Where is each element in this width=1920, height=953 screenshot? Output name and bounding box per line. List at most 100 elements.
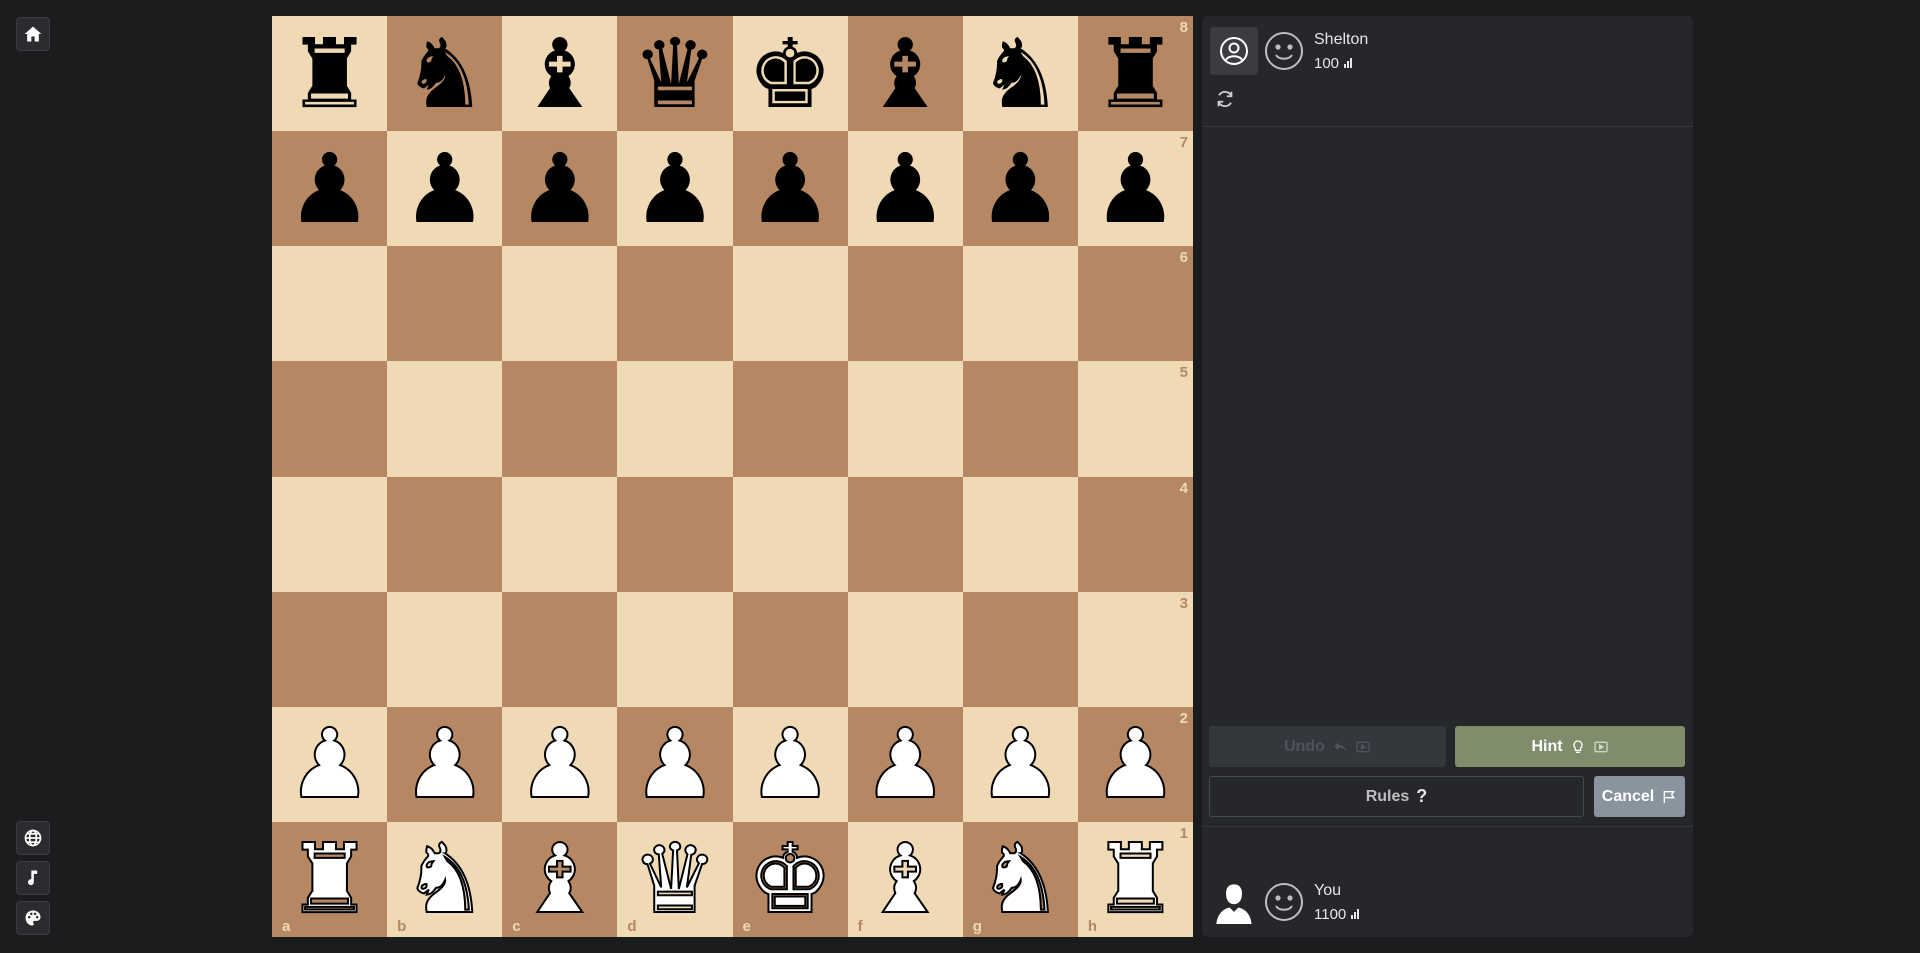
piece-g7[interactable]: ♟: [977, 141, 1063, 237]
square-e3[interactable]: [732, 591, 848, 707]
piece-h1[interactable]: ♜: [1091, 830, 1179, 928]
chess-board[interactable]: ♜ ♞ ♝ ♛ ♚ ♝ ♞ ♜ 8 ♟ ♟ ♟ ♟ ♟ ♟ ♟ ♟ 7 6 5 4 3 ♟ ♟ ♟ ♟ ♟ ♟ ♟ ♟ 2 ♜ a ♞ b ♝ c ♛ d ♚…: [272, 16, 1193, 937]
square-e7[interactable]: ♟: [732, 131, 848, 247]
square-h4[interactable]: 4: [1077, 476, 1193, 592]
square-b5[interactable]: [387, 361, 503, 477]
square-e6[interactable]: [732, 246, 848, 362]
piece-e8[interactable]: ♚: [747, 26, 833, 122]
piece-b7[interactable]: ♟: [402, 141, 488, 237]
square-a5[interactable]: [272, 361, 388, 477]
square-b4[interactable]: [387, 476, 503, 592]
square-a8[interactable]: ♜: [272, 16, 388, 132]
piece-a7[interactable]: ♟: [287, 141, 373, 237]
piece-a8[interactable]: ♜: [287, 26, 373, 122]
piece-d2[interactable]: ♟: [631, 715, 719, 813]
piece-e2[interactable]: ♟: [746, 715, 834, 813]
piece-g2[interactable]: ♟: [976, 715, 1064, 813]
piece-c2[interactable]: ♟: [516, 715, 604, 813]
opponent-emoji-button[interactable]: [1264, 31, 1304, 71]
square-a7[interactable]: ♟: [272, 131, 388, 247]
square-e2[interactable]: ♟: [732, 706, 848, 822]
refresh-icon[interactable]: [1214, 88, 1236, 110]
square-f5[interactable]: [847, 361, 963, 477]
piece-a1[interactable]: ♜: [286, 830, 374, 928]
square-g5[interactable]: [962, 361, 1078, 477]
square-f1[interactable]: ♝ f: [847, 821, 963, 937]
square-c1[interactable]: ♝ c: [502, 821, 618, 937]
piece-d8[interactable]: ♛: [632, 26, 718, 122]
square-h3[interactable]: 3: [1077, 591, 1193, 707]
opponent-avatar[interactable]: [1210, 27, 1258, 75]
piece-b1[interactable]: ♞: [401, 830, 489, 928]
square-f3[interactable]: [847, 591, 963, 707]
piece-g8[interactable]: ♞: [977, 26, 1063, 122]
piece-c1[interactable]: ♝: [516, 830, 604, 928]
piece-b8[interactable]: ♞: [402, 26, 488, 122]
theme-button[interactable]: [16, 901, 50, 935]
player-avatar[interactable]: [1210, 878, 1258, 926]
square-h1[interactable]: ♜ 1 h: [1077, 821, 1193, 937]
square-c5[interactable]: [502, 361, 618, 477]
square-g3[interactable]: [962, 591, 1078, 707]
square-c7[interactable]: ♟: [502, 131, 618, 247]
rules-button[interactable]: Rules ?: [1209, 776, 1584, 817]
square-h2[interactable]: ♟ 2: [1077, 706, 1193, 822]
square-b6[interactable]: [387, 246, 503, 362]
square-d8[interactable]: ♛: [617, 16, 733, 132]
undo-button[interactable]: Undo: [1209, 726, 1446, 767]
piece-f1[interactable]: ♝: [861, 830, 949, 928]
player-emoji-button[interactable]: [1264, 882, 1304, 922]
square-h7[interactable]: ♟ 7: [1077, 131, 1193, 247]
square-f6[interactable]: [847, 246, 963, 362]
square-e5[interactable]: [732, 361, 848, 477]
piece-g1[interactable]: ♞: [976, 830, 1064, 928]
square-d3[interactable]: [617, 591, 733, 707]
music-button[interactable]: [16, 861, 50, 895]
piece-h2[interactable]: ♟: [1091, 715, 1179, 813]
piece-f7[interactable]: ♟: [862, 141, 948, 237]
square-c2[interactable]: ♟: [502, 706, 618, 822]
square-g7[interactable]: ♟: [962, 131, 1078, 247]
piece-f8[interactable]: ♝: [862, 26, 948, 122]
square-b8[interactable]: ♞: [387, 16, 503, 132]
square-c8[interactable]: ♝: [502, 16, 618, 132]
square-g6[interactable]: [962, 246, 1078, 362]
piece-f2[interactable]: ♟: [861, 715, 949, 813]
square-b2[interactable]: ♟: [387, 706, 503, 822]
piece-a2[interactable]: ♟: [286, 715, 374, 813]
piece-e7[interactable]: ♟: [747, 141, 833, 237]
square-c6[interactable]: [502, 246, 618, 362]
square-a2[interactable]: ♟: [272, 706, 388, 822]
square-f4[interactable]: [847, 476, 963, 592]
square-a4[interactable]: [272, 476, 388, 592]
square-h8[interactable]: ♜ 8: [1077, 16, 1193, 132]
square-f8[interactable]: ♝: [847, 16, 963, 132]
hint-button[interactable]: Hint: [1455, 726, 1685, 767]
square-b1[interactable]: ♞ b: [387, 821, 503, 937]
square-b3[interactable]: [387, 591, 503, 707]
square-c3[interactable]: [502, 591, 618, 707]
square-d7[interactable]: ♟: [617, 131, 733, 247]
piece-b2[interactable]: ♟: [401, 715, 489, 813]
square-h5[interactable]: 5: [1077, 361, 1193, 477]
square-e1[interactable]: ♚ e: [732, 821, 848, 937]
home-button[interactable]: [16, 17, 50, 51]
piece-h8[interactable]: ♜: [1092, 26, 1178, 122]
square-d2[interactable]: ♟: [617, 706, 733, 822]
square-d4[interactable]: [617, 476, 733, 592]
square-g1[interactable]: ♞ g: [962, 821, 1078, 937]
piece-e1[interactable]: ♚: [746, 830, 834, 928]
piece-d1[interactable]: ♛: [631, 830, 719, 928]
piece-d7[interactable]: ♟: [632, 141, 718, 237]
square-f7[interactable]: ♟: [847, 131, 963, 247]
piece-h7[interactable]: ♟: [1092, 141, 1178, 237]
square-c4[interactable]: [502, 476, 618, 592]
square-g2[interactable]: ♟: [962, 706, 1078, 822]
square-a6[interactable]: [272, 246, 388, 362]
square-h6[interactable]: 6: [1077, 246, 1193, 362]
square-f2[interactable]: ♟: [847, 706, 963, 822]
language-button[interactable]: [16, 821, 50, 855]
square-d1[interactable]: ♛ d: [617, 821, 733, 937]
piece-c8[interactable]: ♝: [517, 26, 603, 122]
piece-c7[interactable]: ♟: [517, 141, 603, 237]
